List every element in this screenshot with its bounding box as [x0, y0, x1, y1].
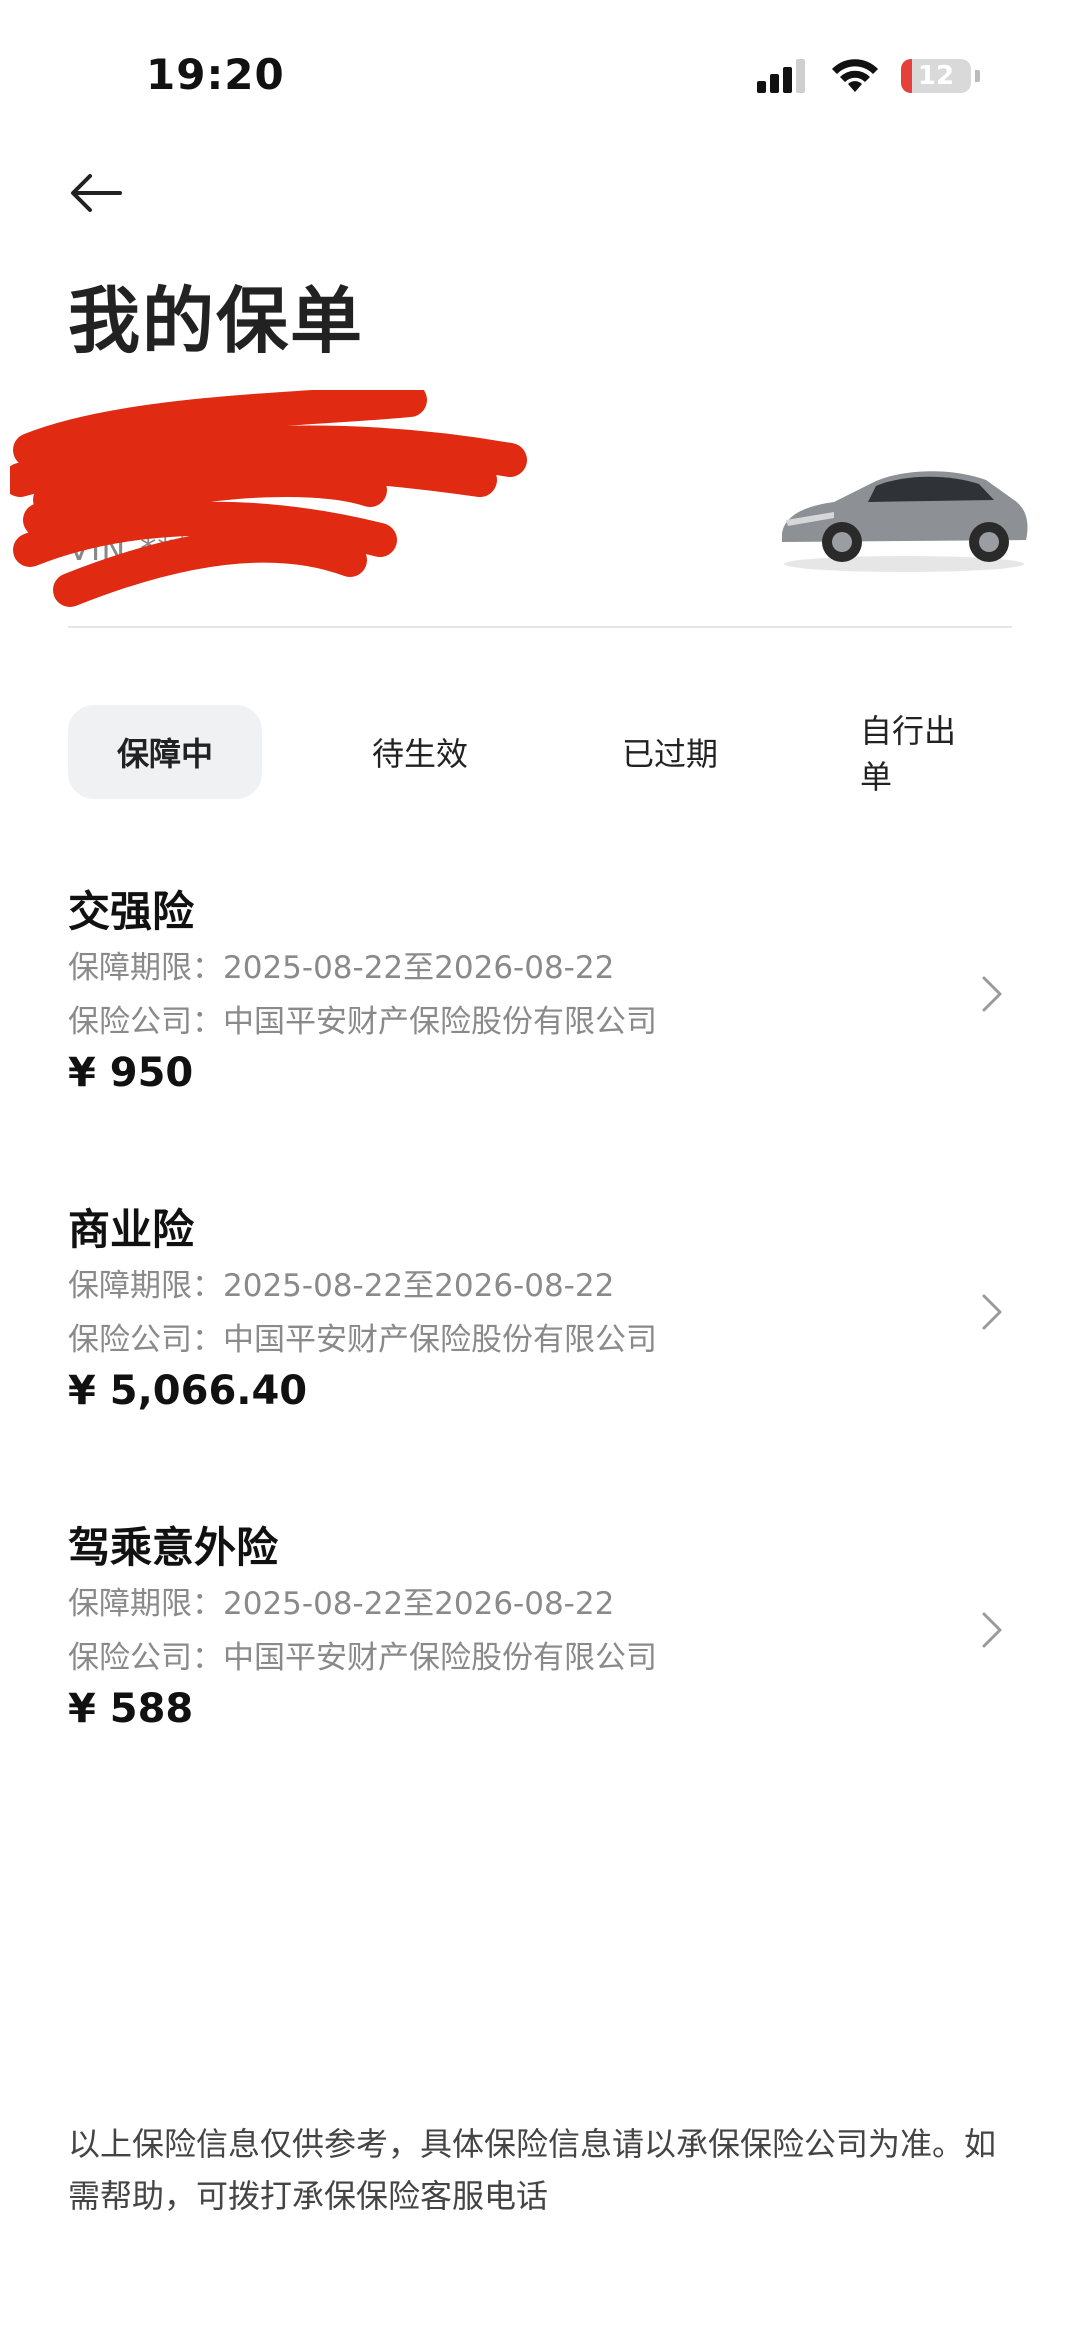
back-button[interactable] — [66, 168, 126, 218]
policy-company: 保险公司：中国平安财产保险股份有限公司 — [68, 1004, 657, 1040]
battery-icon: 12 — [901, 59, 971, 93]
policy-tabs: 保障中 待生效 已过期 自行出单 — [68, 705, 1012, 799]
section-divider — [68, 626, 1012, 628]
status-icons: 12 — [757, 58, 980, 94]
back-arrow-icon — [71, 174, 122, 212]
policy-name: 交强险 — [68, 887, 195, 936]
policy-card[interactable]: 商业险 保障期限：2025-08-22至2026-08-22 保险公司：中国平安… — [68, 1196, 1012, 1456]
chevron-right-icon — [982, 1294, 1002, 1330]
signal-icon — [757, 59, 805, 93]
policy-name: 驾乘意外险 — [68, 1523, 279, 1572]
policy-card[interactable]: 交强险 保障期限：2025-08-22至2026-08-22 保险公司：中国平安… — [68, 878, 1012, 1138]
car-image — [782, 471, 1028, 572]
page-title: 我的保单 — [68, 279, 365, 363]
policy-price: ¥ 950 — [68, 1050, 194, 1096]
policy-period: 保障期限：2025-08-22至2026-08-22 — [68, 1586, 615, 1622]
tab-active-coverage[interactable]: 保障中 — [68, 705, 262, 799]
policy-card[interactable]: 驾乘意外险 保障期限：2025-08-22至2026-08-22 保险公司：中国… — [68, 1514, 1012, 1774]
status-time: 19:20 — [146, 50, 285, 99]
policy-price: ¥ 5,066.40 — [68, 1368, 308, 1414]
disclaimer-text: 以上保险信息仅供参考，具体保险信息请以承保保险公司为准。如需帮助，可拨打承保保险… — [68, 2125, 997, 2215]
policy-name: 商业险 — [68, 1205, 195, 1254]
tab-expired[interactable]: 已过期 — [578, 705, 762, 799]
policy-period: 保障期限：2025-08-22至2026-08-22 — [68, 1268, 615, 1304]
policy-company: 保险公司：中国平安财产保险股份有限公司 — [68, 1640, 657, 1676]
chevron-right-icon — [982, 1612, 1002, 1648]
policy-period: 保障期限：2025-08-22至2026-08-22 — [68, 950, 615, 986]
chevron-right-icon — [982, 976, 1002, 1012]
wifi-icon — [832, 59, 878, 92]
status-bar: 19:20 12 — [0, 0, 1080, 140]
tab-pending[interactable]: 待生效 — [328, 705, 512, 799]
redaction-scribble — [10, 390, 527, 607]
tab-self-issued[interactable]: 自行出单 — [828, 705, 1012, 799]
battery-level: 12 — [917, 61, 955, 91]
policy-price: ¥ 588 — [68, 1686, 194, 1732]
policy-company: 保险公司：中国平安财产保险股份有限公司 — [68, 1322, 657, 1358]
